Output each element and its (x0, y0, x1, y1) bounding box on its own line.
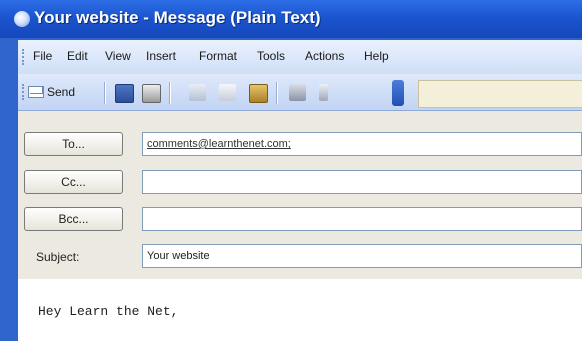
to-recipient[interactable]: comments@learnthenet.com; (147, 138, 291, 150)
send-button-label: Send (47, 85, 76, 99)
toolbar-separator (104, 82, 106, 104)
to-field[interactable]: comments@learnthenet.com; (142, 132, 582, 156)
cc-button[interactable]: Cc... (24, 170, 123, 194)
menu-view[interactable]: View (105, 49, 131, 63)
menu-edit[interactable]: Edit (67, 49, 88, 63)
standard-toolbar: Send (18, 74, 582, 111)
menu-insert[interactable]: Insert (146, 49, 176, 63)
toolbar-separator (276, 82, 278, 104)
attach-file-icon[interactable] (319, 84, 328, 101)
outlook-message-icon (14, 11, 30, 27)
window-title: Your website - Message (Plain Text) (34, 8, 321, 27)
toolbar-grip-handle[interactable] (22, 84, 27, 100)
message-body[interactable]: Hey Learn the Net, (18, 279, 582, 341)
menu-file[interactable]: File (33, 49, 52, 63)
menu-help[interactable]: Help (364, 49, 389, 63)
message-body-text[interactable]: Hey Learn the Net, (38, 304, 178, 319)
send-button[interactable]: Send (28, 81, 75, 103)
message-window: Your website - Message (Plain Text) File… (0, 0, 582, 341)
menu-actions[interactable]: Actions (305, 49, 344, 63)
bcc-field[interactable] (142, 207, 582, 231)
cc-field[interactable] (142, 170, 582, 194)
subject-label: Subject: (36, 250, 80, 264)
copy-icon[interactable] (219, 84, 236, 101)
menu-bar: File Edit View Insert Format Tools Actio… (18, 40, 582, 75)
bcc-button[interactable]: Bcc... (24, 207, 123, 231)
title-bar: Your website - Message (Plain Text) (0, 0, 582, 38)
to-button[interactable]: To... (24, 132, 123, 156)
toolbar-overflow-chevron-icon[interactable] (392, 80, 404, 106)
subject-field[interactable]: Your website (142, 244, 582, 268)
toolbar-separator (169, 82, 171, 104)
toolbar-extension-area (418, 80, 582, 108)
save-icon[interactable] (115, 84, 134, 103)
menu-format[interactable]: Format (199, 49, 237, 63)
cut-icon[interactable] (189, 84, 206, 101)
paste-icon[interactable] (249, 84, 268, 103)
address-book-icon[interactable] (289, 84, 306, 101)
message-header: To... comments@learnthenet.com; Cc... Bc… (18, 111, 582, 279)
menu-tools[interactable]: Tools (257, 49, 285, 63)
menu-grip-handle[interactable] (22, 49, 27, 65)
print-icon[interactable] (142, 84, 161, 103)
envelope-icon (28, 86, 44, 98)
